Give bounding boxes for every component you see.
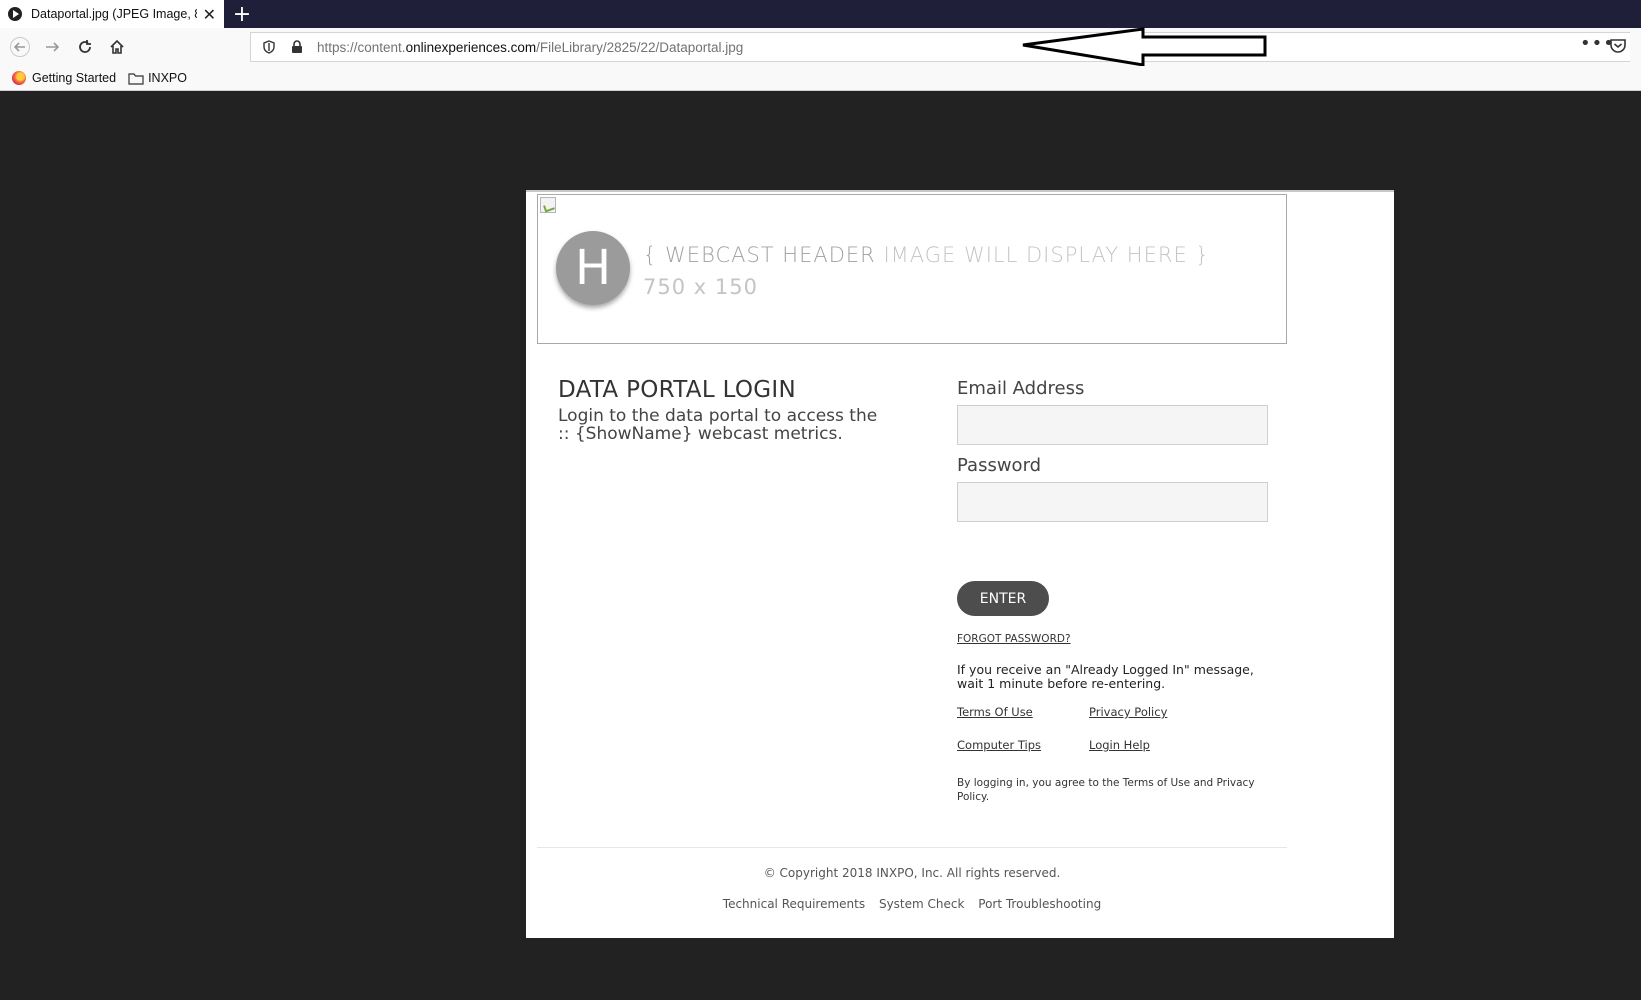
header-placeholder-text: { WEBCAST HEADER IMAGE WILL DISPLAY HERE…	[643, 243, 1210, 267]
terms-agreement-text: By logging in, you agree to the Terms of…	[957, 777, 1255, 803]
url-prefix: https://content.	[317, 39, 406, 55]
technical-requirements-link[interactable]: Technical Requirements	[723, 897, 865, 911]
tracking-shield-icon[interactable]	[259, 37, 279, 57]
pocket-icon[interactable]	[1609, 38, 1627, 54]
forward-arrow-icon	[46, 42, 60, 52]
login-help-link[interactable]: Login Help	[1089, 738, 1150, 752]
url-domain: onlinexperiences.com	[405, 39, 537, 55]
broken-image-icon	[540, 197, 556, 213]
new-tab-button[interactable]: +	[228, 0, 256, 28]
logo-circle: H	[556, 231, 630, 305]
computer-tips-link[interactable]: Computer Tips	[957, 738, 1041, 752]
back-button[interactable]	[6, 33, 34, 61]
webcast-header-placeholder: H { WEBCAST HEADER IMAGE WILL DISPLAY HE…	[537, 194, 1287, 344]
header-placeholder-part2: IMAGE WILL DISPLAY HERE }	[883, 243, 1210, 267]
reload-button[interactable]	[71, 33, 99, 61]
page-title: DATA PORTAL LOGIN	[558, 377, 796, 403]
password-field[interactable]	[957, 482, 1268, 522]
url-path: /FileLibrary/2825/22/Dataportal.jpg	[536, 39, 744, 55]
lock-icon[interactable]	[287, 37, 307, 57]
home-icon	[110, 39, 124, 54]
url-text[interactable]: https://content.onlinexperiences.com/Fil…	[317, 40, 743, 55]
already-logged-in-notice: If you receive an "Already Logged In" me…	[957, 662, 1254, 691]
bookmark-label: Getting Started	[32, 71, 117, 85]
footer-divider	[537, 847, 1287, 848]
reload-icon	[79, 40, 91, 53]
firefox-icon	[12, 71, 26, 85]
terms-of-use-link[interactable]: Terms Of Use	[957, 705, 1033, 719]
tab-title: Dataportal.jpg (JPEG Image, 86	[31, 7, 197, 21]
bookmark-getting-started[interactable]: Getting Started	[12, 71, 116, 85]
annotation-arrow-icon	[1022, 27, 1267, 67]
privacy-policy-link[interactable]: Privacy Policy	[1089, 705, 1167, 719]
media-play-icon	[8, 7, 22, 21]
tab-bar: Dataportal.jpg (JPEG Image, 86 ✕ +	[0, 0, 1641, 28]
forgot-password-link[interactable]: FORGOT PASSWORD?	[957, 633, 1071, 645]
bookmark-folder-inxpo[interactable]: INXPO	[128, 71, 187, 85]
header-placeholder-part1: { WEBCAST HEADER	[643, 243, 884, 267]
header-dimensions: 750 x 150	[643, 275, 758, 299]
bookmark-label: INXPO	[148, 71, 187, 85]
tab-dataportal[interactable]: Dataportal.jpg (JPEG Image, 86 ✕	[0, 0, 224, 28]
login-form: Email Address Password	[957, 378, 1269, 532]
email-field[interactable]	[957, 405, 1268, 445]
system-check-link[interactable]: System Check	[879, 897, 964, 911]
back-arrow-icon	[10, 37, 30, 57]
copyright-text: © Copyright 2018 INXPO, Inc. All rights …	[763, 866, 1061, 880]
footer-links: Technical Requirements System Check Port…	[526, 897, 1298, 911]
port-troubleshooting-link[interactable]: Port Troubleshooting	[978, 897, 1101, 911]
folder-icon	[128, 72, 144, 85]
data-portal-login-image: H { WEBCAST HEADER IMAGE WILL DISPLAY HE…	[526, 190, 1394, 938]
home-button[interactable]	[103, 33, 131, 61]
password-label: Password	[957, 455, 1042, 476]
tab-close-icon[interactable]: ✕	[203, 5, 216, 24]
navigation-toolbar: https://content.onlinexperiences.com/Fil…	[0, 27, 1641, 67]
image-viewer: H { WEBCAST HEADER IMAGE WILL DISPLAY HE…	[0, 91, 1641, 1000]
address-bar[interactable]: https://content.onlinexperiences.com/Fil…	[250, 27, 1630, 67]
login-description: Login to the data portal to access the :…	[558, 406, 878, 444]
enter-button[interactable]: ENTER	[957, 581, 1049, 616]
bookmarks-toolbar: Getting Started INXPO	[0, 66, 1641, 91]
email-label: Email Address	[957, 378, 1085, 399]
forward-button[interactable]	[38, 33, 66, 61]
